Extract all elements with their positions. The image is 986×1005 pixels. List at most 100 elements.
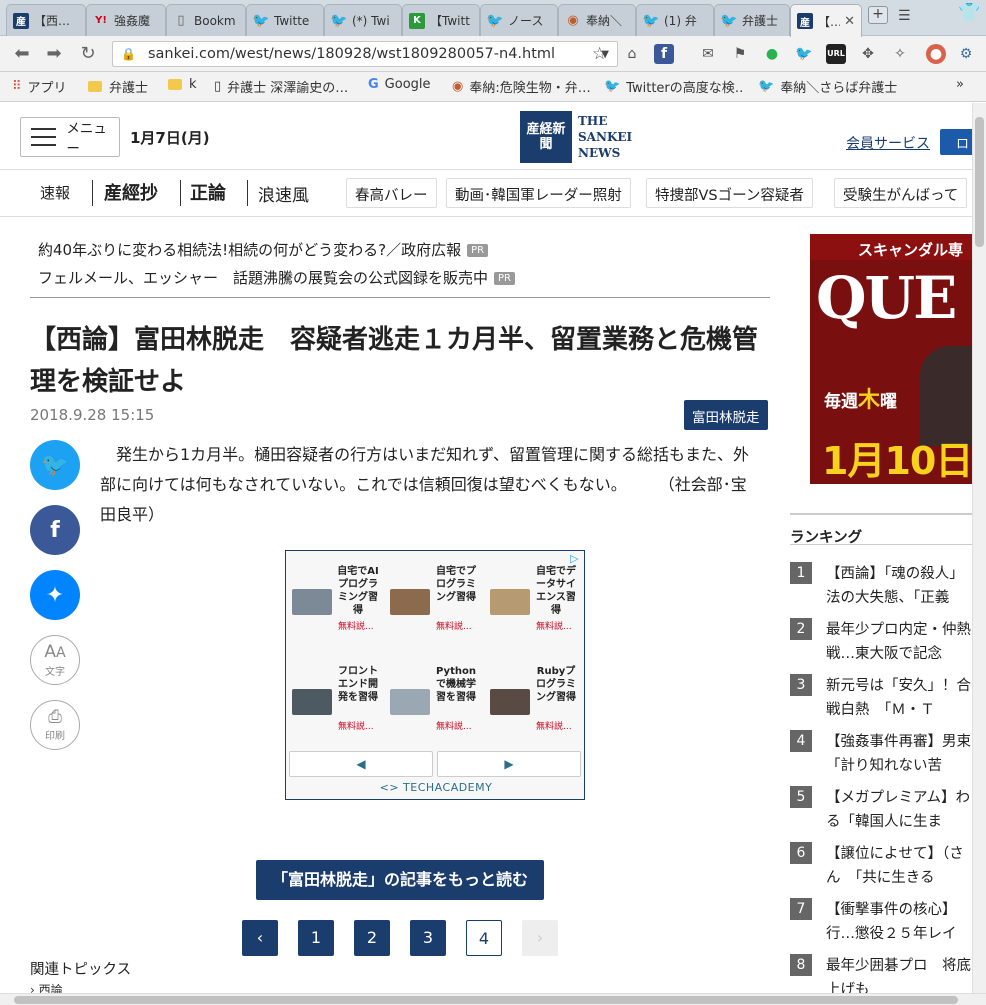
- pagination-page-1[interactable]: 1: [298, 920, 334, 956]
- twitter-share-button[interactable]: 🐦: [30, 440, 80, 490]
- ad-item[interactable]: Pythonで機械学習を習得 無料説...: [386, 653, 482, 749]
- pagination-page-2[interactable]: 2: [354, 920, 390, 956]
- browser-tab[interactable]: 🐦 (*) Twi: [324, 4, 402, 36]
- url-shortener-icon[interactable]: URL: [826, 44, 846, 64]
- nav-sankeisho[interactable]: 産經抄: [104, 179, 158, 205]
- document-icon: ▯: [177, 13, 185, 28]
- reload-icon[interactable]: ↻: [76, 42, 100, 66]
- ad-item[interactable]: フロントエンド開発を習得 無料説...: [288, 653, 384, 749]
- drama-ad-banner[interactable]: スキャンダル専 QUE 毎週木曜 1月10日ス: [810, 234, 972, 484]
- gear-icon[interactable]: ⚙: [956, 44, 976, 64]
- avatar[interactable]: ●: [926, 44, 946, 64]
- vertical-scrollbar[interactable]: [972, 103, 986, 993]
- bookmark-link[interactable]: 🐦 奉納＼さらば弁護士…: [758, 77, 898, 96]
- bookmark-link[interactable]: 🐦 Twitterの高度な検…: [604, 77, 744, 96]
- ranking-item[interactable]: 2 最年少プロ内定・仲熱戦…東大阪で記念: [790, 618, 972, 668]
- ranking-item[interactable]: 4 【強姦事件再審】男束「計り知れない苦: [790, 730, 972, 780]
- ad-item[interactable]: 自宅でプログラミング習得 無料説...: [386, 553, 482, 649]
- browser-tab[interactable]: 産【西論】: [6, 4, 86, 36]
- facebook-icon[interactable]: f: [654, 44, 674, 64]
- more-bookmarks-icon[interactable]: »: [956, 77, 964, 92]
- ranking-item[interactable]: 8 最年少囲碁プロ 将底上げも: [790, 954, 972, 993]
- ad-next-button[interactable]: ▶: [437, 751, 581, 777]
- pr-badge: PR: [467, 244, 489, 257]
- browser-tab-bar: 産【西論】 Y! 強姦魔 ▯ Bookm 🐦 Twitte 🐦 (*) Twi K 【Tw…: [0, 0, 986, 37]
- browser-tab[interactable]: ▯ Bookm: [166, 4, 246, 36]
- more-articles-button[interactable]: 「富田林脱走」の記事をもっと読む: [256, 860, 544, 900]
- pagination-prev[interactable]: ‹: [242, 920, 278, 956]
- folder-icon: [88, 81, 102, 92]
- menu-button[interactable]: メニュー: [20, 117, 120, 157]
- back-icon[interactable]: ⬅: [10, 42, 34, 66]
- nav-seiron[interactable]: 正論: [190, 179, 226, 205]
- ranking-item[interactable]: 6 【譲位によせて】（さん 「共に生きる: [790, 842, 972, 892]
- home-icon[interactable]: ⌂: [622, 44, 642, 64]
- profile-icon[interactable]: 👕: [958, 2, 980, 23]
- topic-pill[interactable]: 受験生がんばって: [834, 178, 968, 208]
- bookmark-link[interactable]: ▯ 弁護士 深澤諭史の…: [214, 77, 352, 96]
- ranking-item[interactable]: 3 新元号は「安久」！合戦白熱 「Ｍ・Ｔ: [790, 674, 972, 724]
- login-button[interactable]: ログイン: [940, 129, 972, 155]
- bookmark-link[interactable]: ◉ 奉納:危険生物・弁…: [452, 77, 590, 96]
- ad-thumbnail: [390, 689, 430, 715]
- horizontal-scrollbar[interactable]: [0, 993, 986, 1005]
- browser-tab[interactable]: K 【Twitt: [402, 4, 480, 36]
- nav-divider: [247, 180, 248, 206]
- ad-prev-button[interactable]: ◀: [289, 751, 433, 777]
- pagination-page-3[interactable]: 3: [410, 920, 446, 956]
- browser-tab[interactable]: 🐦 (1) 弁: [636, 4, 714, 36]
- new-tab-button[interactable]: +: [868, 6, 888, 24]
- close-icon[interactable]: ✕: [844, 14, 855, 29]
- nav-breaking[interactable]: 速報: [40, 182, 70, 203]
- ranking-item[interactable]: 7 【衝撃事件の核心】行…懲役２５年レイ: [790, 898, 972, 948]
- header-date: 1月7日(月): [130, 129, 210, 147]
- ranking-item[interactable]: 5 【メガプレミアム】わる「韓国人に生ま: [790, 786, 972, 836]
- related-topic-link[interactable]: › 西論: [30, 981, 63, 993]
- ad-unit[interactable]: ▷ 自宅でAIプログラミング習得 無料説... 自宅でプログラミング習得 無料説..…: [285, 550, 585, 800]
- ad-item[interactable]: 自宅でAIプログラミング習得 無料説...: [288, 553, 384, 649]
- bookmark-star-icon[interactable]: ☆: [592, 44, 607, 64]
- sankei-logo[interactable]: 産経新聞 THE SANKEI NEWS: [520, 111, 632, 163]
- scrollbar-thumb[interactable]: [975, 117, 984, 247]
- browser-tab[interactable]: 🐦 ノース: [480, 4, 558, 36]
- browser-tab[interactable]: ◉ 奉納＼: [558, 4, 636, 36]
- mail-icon[interactable]: ✉: [698, 44, 718, 64]
- address-bar[interactable]: 🔒 sankei.com/west/news/180928/wst1809280…: [112, 41, 618, 67]
- ranking-item[interactable]: 1 【西論】「魂の殺人」法の大失態、「正義: [790, 562, 972, 612]
- move-icon[interactable]: ✥: [858, 44, 878, 64]
- evernote-icon[interactable]: ●: [762, 44, 782, 64]
- twitter-icon: 🐦: [720, 12, 738, 29]
- ad-item[interactable]: 自宅でデータサイエンス習得 無料説...: [486, 553, 582, 649]
- nav-naniwa[interactable]: 浪速風: [258, 181, 309, 206]
- rank-number: 8: [790, 954, 812, 976]
- pr-link[interactable]: 約40年ぶりに変わる相続法!相続の何がどう変わる?／政府広報 PR: [38, 239, 489, 260]
- topic-pill[interactable]: 特捜部VSゴーン容疑者: [646, 178, 813, 208]
- text-size-button[interactable]: AA 文字: [30, 635, 80, 685]
- bookmark-folder[interactable]: k: [168, 77, 197, 92]
- member-service-link[interactable]: 会員サービス: [846, 133, 930, 153]
- topic-tag-button[interactable]: 富田林脱走: [684, 400, 768, 430]
- topic-pill[interactable]: 動画･韓国軍レーダー照射: [446, 178, 631, 208]
- twitter-icon[interactable]: 🐦: [794, 44, 814, 64]
- print-button[interactable]: ⎙ 印刷: [30, 700, 80, 750]
- bookmark-link[interactable]: G Google: [368, 77, 431, 92]
- browser-tab[interactable]: 🐦 Twitte: [246, 4, 324, 36]
- scrollbar-thumb[interactable]: [14, 996, 958, 1004]
- bookmark-folder[interactable]: 弁護士: [88, 77, 148, 96]
- tab-list-icon[interactable]: ☰: [898, 8, 911, 24]
- bookmark-icon[interactable]: ⚑: [730, 44, 750, 64]
- topic-pill[interactable]: 春高バレー: [346, 178, 437, 208]
- browser-tab-active[interactable]: 産【西 ✕: [790, 4, 862, 37]
- bookmark-apps[interactable]: ⠿ アプリ: [12, 77, 67, 96]
- browser-tab[interactable]: Y! 強姦魔: [86, 4, 166, 36]
- puzzle-icon[interactable]: ✧: [890, 44, 910, 64]
- rank-number: 5: [790, 786, 812, 808]
- pr-link[interactable]: フェルメール、エッシャー 話題沸騰の展覧会の公式図録を販売中 PR: [38, 267, 515, 288]
- browser-tab[interactable]: 🐦 弁護士: [714, 4, 790, 36]
- ad-item[interactable]: Rubyプログラミング習得 無料説...: [486, 653, 582, 749]
- url-text: sankei.com/west/news/180928/wst180928005…: [147, 46, 556, 62]
- messenger-share-button[interactable]: ✦: [30, 570, 80, 620]
- facebook-share-button[interactable]: f: [30, 505, 80, 555]
- apps-icon: ⠿: [12, 79, 22, 94]
- forward-icon[interactable]: ➡: [42, 42, 66, 66]
